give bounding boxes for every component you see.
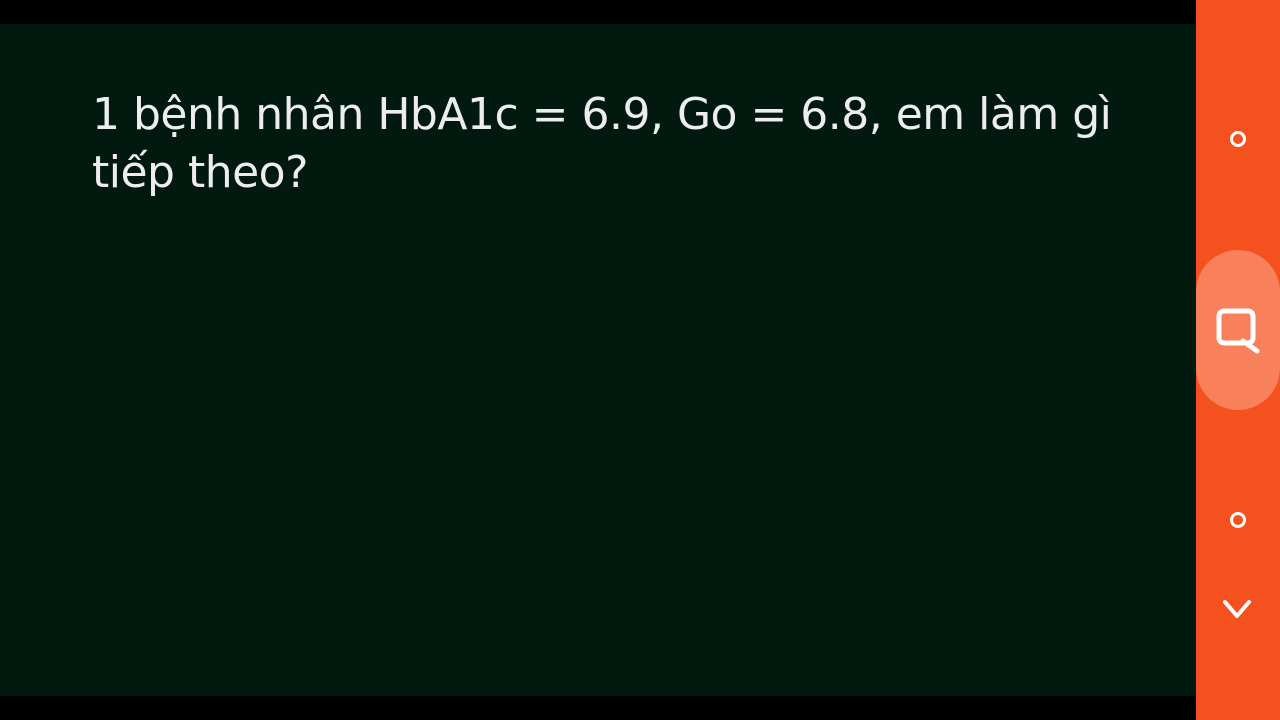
circle-icon[interactable] (1230, 512, 1246, 528)
slide-text-line-2: tiếp theo? (92, 147, 308, 198)
slide-text-line-1: 1 bệnh nhân HbA1c = 6.9, Go = 6.8, em là… (92, 89, 1112, 140)
slide-question: 1 bệnh nhân HbA1c = 6.9, Go = 6.8, em là… (92, 86, 1172, 202)
slide-content: 1 bệnh nhân HbA1c = 6.9, Go = 6.8, em là… (0, 24, 1196, 696)
circle-icon[interactable] (1230, 131, 1246, 147)
screen: 1 bệnh nhân HbA1c = 6.9, Go = 6.8, em là… (0, 0, 1280, 720)
chevron-down-icon (1223, 600, 1251, 618)
collapse-button[interactable] (1222, 596, 1252, 622)
search-chat-icon (1216, 308, 1260, 354)
floating-action-button[interactable] (1196, 250, 1280, 410)
floating-side-panel (1196, 0, 1280, 720)
